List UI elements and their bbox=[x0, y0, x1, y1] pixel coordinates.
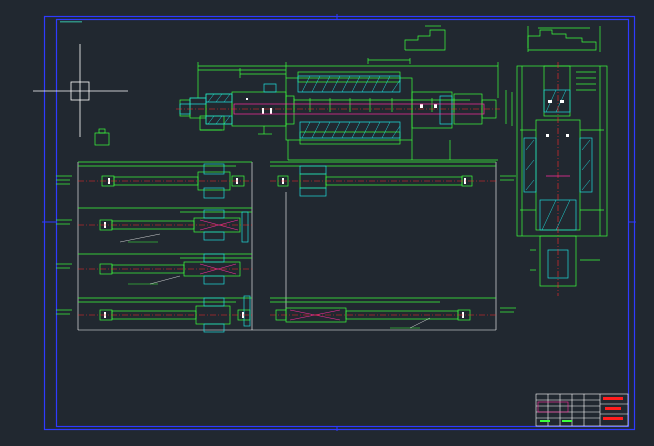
inner-frame-border bbox=[55, 18, 630, 428]
crosshair-icon bbox=[33, 44, 128, 137]
shaft-row-3 bbox=[56, 253, 252, 285]
detail-block-top-right bbox=[527, 26, 601, 52]
detail-block-left bbox=[94, 128, 110, 146]
title-block bbox=[535, 393, 629, 427]
main-spindle-assembly bbox=[176, 58, 513, 161]
shaft-row-2 bbox=[56, 207, 252, 243]
layout-frame-lines bbox=[77, 162, 497, 331]
side-section-view bbox=[516, 62, 608, 296]
detail-block-top bbox=[404, 25, 446, 51]
cad-drawing-canvas[interactable] bbox=[0, 0, 654, 446]
outer-sheet-border bbox=[43, 15, 636, 431]
sheet-tag bbox=[60, 21, 82, 23]
